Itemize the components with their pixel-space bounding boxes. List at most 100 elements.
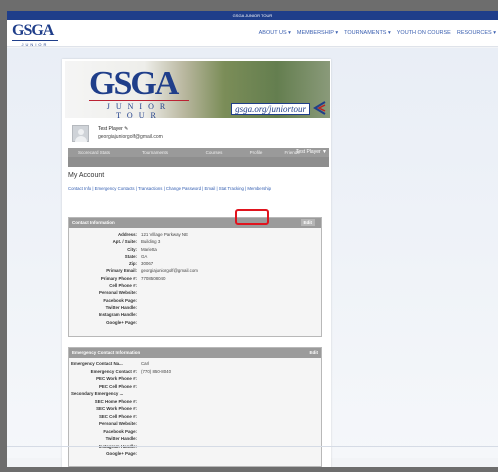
chevron-left-icon: [313, 101, 326, 115]
table-row: Emergency Contact #: (770) 850-8040: [69, 368, 321, 376]
profile-summary: Test Player ✎ georgiajuniorgolf@gmail.co…: [72, 125, 322, 145]
contact-info-header: Contact Information Edit: [69, 218, 321, 228]
contact-rows: Address: 121 Village Parkway NE Apt. / Su…: [69, 228, 321, 326]
table-row: Apt. / Suite: Building 3: [69, 238, 321, 245]
emergency-contact-header: Emergency Contact Information Edit: [69, 348, 321, 358]
user-menu[interactable]: Test Player ▼: [296, 148, 327, 157]
table-row: Twitter Handle:: [69, 304, 321, 311]
account-content: GSGA JUNIOR TOUR gsga.org/juniortour Tes…: [62, 59, 331, 467]
profile-email: georgiajuniorgolf@gmail.com: [98, 134, 163, 140]
site-navbar: GSGA JUNIOR TOUR ABOUT US ▾ MEMBERSHIP ▾…: [7, 20, 498, 52]
field-label: Cell Phone #:: [109, 283, 137, 289]
table-row: Emergency Contact Na... Carl: [69, 360, 321, 368]
table-row: Secondary Emergency ...: [69, 390, 321, 398]
avatar[interactable]: [72, 125, 89, 142]
field-label: City:: [127, 246, 137, 252]
banner-logo-text: GSGA: [89, 65, 179, 102]
contact-edit-button[interactable]: Edit: [300, 219, 315, 226]
table-row: Personal Website:: [69, 289, 321, 296]
table-row: Cell Phone #:: [69, 282, 321, 289]
table-row: Facebook Page:: [69, 428, 321, 436]
table-row: Zip: 30067: [69, 260, 321, 267]
field-label: Primary Phone #:: [100, 275, 137, 281]
table-row: Facebook Page:: [69, 297, 321, 304]
contact-info-title: Contact Information: [72, 220, 115, 225]
field-label: Google+ Page:: [106, 451, 137, 456]
banner-url: gsga.org/juniortour: [231, 103, 310, 115]
field-label: Apt. / Suite:: [112, 239, 137, 245]
field-value: Marietta: [141, 246, 157, 252]
divider: [7, 446, 498, 447]
nav-membership[interactable]: MEMBERSHIP ▾: [297, 30, 338, 36]
field-value: Building 3: [141, 239, 161, 245]
field-label: SEC Work Phone #:: [96, 406, 137, 411]
tab-tournaments[interactable]: Tournaments: [120, 150, 190, 155]
nav-resources[interactable]: RESOURCES ▾: [457, 30, 496, 36]
table-row: SEC Home Phone #:: [69, 398, 321, 406]
emergency-rows: Emergency Contact Na... Carl Emergency Co…: [69, 358, 321, 458]
table-row: Google+ Page:: [69, 319, 321, 326]
table-row: Primary Email: georgiajuniorgolf@gmail.co…: [69, 267, 321, 274]
subnav-bar: [68, 157, 329, 167]
banner-logo: GSGA JUNIOR TOUR: [89, 65, 189, 118]
field-label: Facebook Page:: [103, 428, 137, 434]
field-label: Zip:: [128, 261, 137, 267]
table-row: Personal Website:: [69, 420, 321, 428]
table-row: Instagram Handle:: [69, 311, 321, 318]
field-value: GA: [141, 253, 148, 259]
field-label: Instagram Handle:: [98, 312, 137, 318]
account-links[interactable]: Contact Info | Emergency Contacts | Tran…: [68, 186, 271, 191]
nav-tournaments[interactable]: TOURNAMENTS ▾: [344, 30, 391, 36]
main-nav: ABOUT US ▾ MEMBERSHIP ▾ TOURNAMENTS ▾ YO…: [259, 30, 496, 36]
account-tabs: Scorecard Stats Tournaments Courses Prof…: [68, 148, 329, 157]
emergency-edit-button[interactable]: Edit: [310, 348, 319, 358]
browser-window: GSGA JUNIOR TOUR GSGA JUNIOR TOUR ABOUT …: [7, 11, 498, 467]
page-title: My Account: [68, 172, 105, 179]
field-value: (770) 850-8040: [141, 368, 172, 374]
field-value: Carl: [141, 361, 150, 366]
field-label: PEC Work Phone #:: [96, 376, 137, 381]
nav-youth-on-course[interactable]: YOUTH ON COURSE: [397, 30, 451, 36]
field-label: Secondary Emergency ...: [71, 391, 124, 396]
tab-courses[interactable]: Courses: [190, 150, 238, 155]
contact-info-panel: Contact Information Edit Address: 121 Vil…: [68, 217, 322, 337]
table-row: Address: 121 Village Parkway NE: [69, 231, 321, 238]
field-label: Twitter Handle:: [105, 304, 137, 310]
edit-highlight-box: [235, 209, 269, 225]
table-row: Primary Phone #: 7708508040: [69, 275, 321, 282]
profile-name[interactable]: Test Player ✎: [98, 126, 128, 132]
table-row: SEC Cell Phone #:: [69, 413, 321, 421]
field-label: Facebook Page:: [103, 297, 137, 303]
field-value: 7708508040: [141, 275, 166, 281]
field-label: Personal Website:: [99, 290, 137, 296]
field-label: Twitter Handle:: [105, 436, 137, 441]
tab-profile[interactable]: Profile: [238, 150, 274, 155]
emergency-contact-panel: Emergency Contact Information Edit Emerg…: [68, 347, 322, 467]
table-row: SEC Work Phone #:: [69, 405, 321, 413]
field-label: SEC Cell Phone #:: [98, 413, 137, 419]
tab-scorecard-stats[interactable]: Scorecard Stats: [68, 150, 120, 155]
field-label: Emergency Contact Na...: [71, 361, 123, 366]
top-bar: GSGA JUNIOR TOUR: [7, 11, 498, 20]
junior-tour-banner: GSGA JUNIOR TOUR gsga.org/juniortour: [65, 61, 330, 118]
field-label: SEC Home Phone #:: [94, 398, 137, 404]
field-label: Emergency Contact #:: [90, 368, 137, 374]
field-value: 30067: [141, 261, 154, 267]
field-value: 121 Village Parkway NE: [141, 232, 189, 237]
table-row: Twitter Handle:: [69, 435, 321, 443]
table-row: PEC Work Phone #:: [69, 375, 321, 383]
field-label: State:: [124, 253, 137, 259]
table-row: City: Marietta: [69, 246, 321, 253]
nav-about-us[interactable]: ABOUT US ▾: [259, 30, 291, 36]
table-row: PEC Cell Phone #:: [69, 383, 321, 391]
field-label: Personal Website:: [99, 421, 137, 426]
banner-logo-subtext: JUNIOR TOUR: [89, 100, 189, 118]
field-value: georgiajuniorgolf@gmail.com: [141, 268, 198, 274]
emergency-contact-title: Emergency Contact Information: [72, 350, 141, 355]
field-label: Address:: [117, 232, 137, 237]
table-row: State: GA: [69, 253, 321, 260]
field-label: PEC Cell Phone #:: [98, 383, 137, 389]
logo-text: GSGA: [12, 22, 54, 39]
field-label: Google+ Page:: [106, 319, 137, 325]
field-label: Primary Email:: [106, 268, 137, 274]
